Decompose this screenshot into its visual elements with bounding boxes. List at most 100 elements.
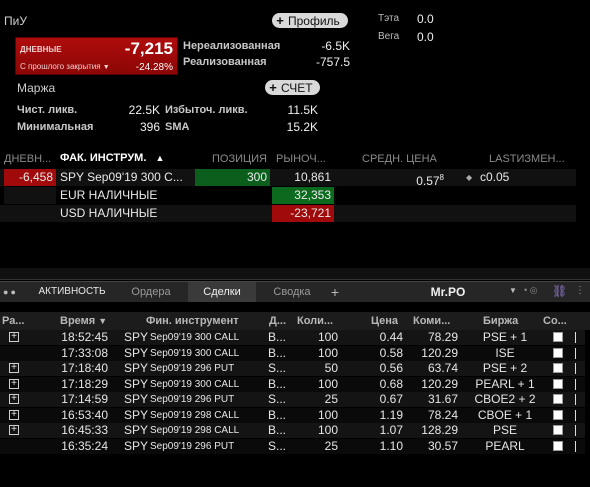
trade-exchange: PSE + 2 (482, 361, 528, 375)
trade-expiry: Sep09'19 300 CALL (150, 347, 240, 359)
avg-price-fraction: 8 (439, 173, 444, 182)
tab-orders[interactable]: Ордера (118, 282, 184, 302)
expand-icon[interactable]: + (9, 394, 19, 404)
trades-tabbar: ● ● АКТИВНОСТЬ Ордера Сделки Сводка + Mr.… (0, 281, 590, 302)
col-exchange[interactable]: Биржа (483, 312, 518, 330)
trade-qty: 25 (324, 438, 338, 453)
account-button[interactable]: + СЧЕТ (265, 80, 320, 95)
tab-summary[interactable]: Сводка (262, 282, 322, 302)
trade-commission: 63.74 (427, 361, 458, 375)
expand-icon[interactable]: + (9, 332, 19, 342)
position-market: 32,353 (272, 187, 334, 204)
col-market[interactable]: РЫНОЧ... (276, 153, 326, 165)
theta-label: Тэта (378, 13, 400, 24)
trade-symbol: SPY (124, 407, 149, 422)
col-price[interactable]: Цена (371, 312, 398, 330)
trade-row[interactable]: +17:18:40 SPY Sep09'19 296 PUT S... 50 0.56 63… (0, 361, 585, 376)
trade-expiry: Sep09'19 296 PUT (150, 394, 235, 405)
tab-activity[interactable]: АКТИВНОСТЬ (32, 282, 112, 302)
col-time[interactable]: Время ▼ (60, 312, 107, 330)
col-avg-price[interactable]: СРЕДН. ЦЕНА (362, 153, 437, 165)
col-daily[interactable]: ДНЕВН... (4, 153, 51, 165)
col-instrument[interactable]: Фин. инструмент (146, 312, 239, 330)
row-divider (575, 347, 576, 359)
col-expand[interactable]: Ра... (2, 312, 24, 330)
col-position[interactable]: ПОЗИЦИЯ (212, 153, 267, 165)
plus-icon: + (269, 80, 277, 95)
circle-icon: ● (3, 287, 9, 297)
expand-icon[interactable]: + (9, 363, 19, 373)
plus-icon: + (276, 13, 284, 28)
trade-symbol: SPY (124, 330, 149, 344)
trade-commission: 128.29 (421, 423, 458, 437)
position-qty: 300 (195, 169, 270, 186)
trade-time: 16:35:24 (61, 438, 108, 453)
col-commission[interactable]: Коми... (413, 312, 450, 330)
trade-expiry: Sep09'19 296 PUT (150, 440, 235, 452)
trade-checkbox[interactable] (553, 394, 563, 404)
trade-side: B... (268, 345, 287, 360)
expand-icon[interactable]: + (9, 378, 19, 389)
link-icon[interactable]: ⛓ (552, 284, 567, 298)
trade-commission: 31.67 (427, 392, 458, 406)
position-avg-price: 0.578 (400, 169, 444, 188)
more-icon[interactable]: ⋮ (575, 285, 585, 296)
trade-side: B... (268, 330, 287, 344)
since-close-selector[interactable]: С прошлого закрытия ▼ (20, 62, 110, 71)
tab-trades[interactable]: Сделки (188, 282, 256, 302)
trade-time: 16:45:33 (61, 423, 108, 437)
trade-price: 0.44 (379, 330, 403, 344)
daily-pnl-label: ДНЕВНЫЕ (20, 45, 62, 54)
net-liq-label: Чист. ликв. (17, 104, 78, 116)
position-row[interactable]: -6,458 SPY Sep09'19 300 C... 300 10,861 … (0, 169, 576, 188)
position-row[interactable]: EUR НАЛИЧНЫЕ 32,353 (0, 187, 576, 204)
trades-header: Ра... Время ▼ Фин. инструмент Д... Коли.… (0, 312, 590, 330)
panel-name[interactable]: Mr.PO (418, 282, 478, 302)
trade-checkbox[interactable] (553, 363, 563, 373)
trade-row[interactable]: +16:45:33 SPY Sep09'19 298 CALL B... 100 1.07… (0, 423, 585, 438)
trade-row[interactable]: +18:52:45 SPY Sep09'19 300 CALL B... 100 0.44… (0, 330, 585, 345)
trade-row[interactable]: +16:53:40 SPY Sep09'19 298 CALL B... 100 1.19… (0, 407, 585, 423)
minimum-value: 396 (139, 120, 160, 134)
trade-expiry: Sep09'19 296 PUT (150, 363, 235, 374)
trade-symbol: SPY (124, 345, 149, 360)
trade-row[interactable]: 17:33:08 SPY Sep09'19 300 CALL B... 100 0.58 1… (0, 345, 585, 361)
window-controls[interactable]: ● ● (3, 287, 16, 297)
add-tab-button[interactable]: + (326, 282, 344, 302)
expand-icon[interactable]: + (9, 409, 19, 420)
trade-exchange: PSE (492, 423, 517, 437)
trade-commission: 78.24 (427, 407, 458, 422)
trade-checkbox[interactable] (553, 347, 563, 358)
daily-pnl-value: -7,215 (124, 39, 173, 58)
trade-checkbox[interactable] (553, 409, 563, 420)
trade-checkbox[interactable] (553, 425, 563, 435)
col-combo[interactable]: Со... (543, 312, 567, 330)
col-last-change[interactable]: LASTИЗМЕН... (489, 153, 565, 165)
trade-checkbox[interactable] (553, 378, 563, 389)
dots-icon[interactable]: • ◎ (524, 285, 538, 296)
avg-price-main: 0.57 (416, 174, 440, 188)
row-divider (575, 425, 576, 436)
col-side[interactable]: Д... (269, 312, 286, 330)
excess-liq-label: Избыточ. ликв. (165, 104, 248, 116)
chevron-down-icon[interactable]: ▼ (509, 286, 517, 295)
trade-qty: 100 (317, 345, 338, 360)
trade-checkbox[interactable] (553, 440, 563, 451)
trade-row[interactable]: +17:18:29 SPY Sep09'19 300 CALL B... 100 0.68… (0, 376, 585, 392)
account-button-label: СЧЕТ (281, 80, 313, 95)
trade-checkbox[interactable] (553, 332, 563, 342)
expand-icon[interactable]: + (9, 425, 19, 435)
position-instrument: EUR НАЛИЧНЫЕ (60, 188, 158, 202)
row-divider (575, 363, 576, 374)
col-instrument[interactable]: ФАК. ИНСТРУМ. ▲ (60, 152, 164, 164)
trade-row[interactable]: +17:14:59 SPY Sep09'19 296 PUT S... 25 0.67 31… (0, 392, 585, 407)
circle-icon: ● (10, 287, 16, 297)
col-qty[interactable]: Коли... (297, 312, 333, 330)
row-divider (575, 332, 576, 343)
position-row[interactable]: USD НАЛИЧНЫЕ -23,721 (0, 205, 576, 222)
trade-price: 1.19 (379, 407, 403, 422)
trade-qty: 100 (317, 407, 338, 422)
position-instrument: SPY Sep09'19 300 C... (60, 170, 183, 184)
profile-button[interactable]: + Профиль (272, 13, 348, 28)
trade-row[interactable]: 16:35:24 SPY Sep09'19 296 PUT S... 25 1.10 30.… (0, 438, 585, 454)
